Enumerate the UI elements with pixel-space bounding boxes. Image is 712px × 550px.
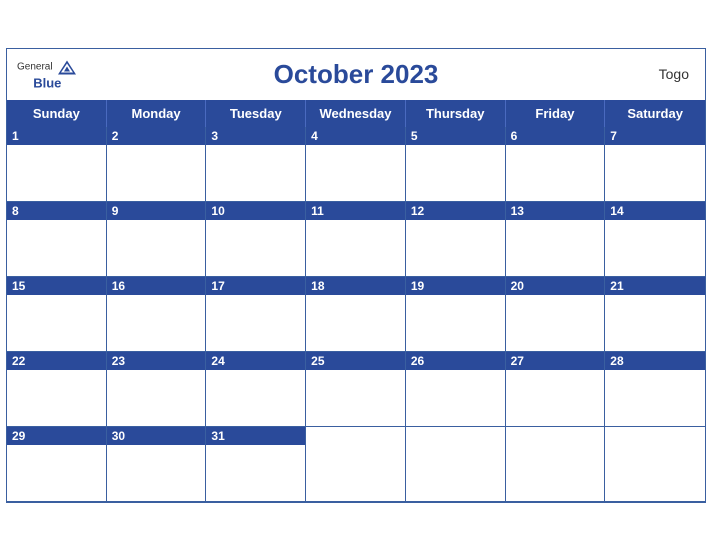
day-cell-14: 14 [605, 202, 705, 277]
day-cell-22: 22 [7, 352, 107, 427]
day-number: 10 [206, 202, 305, 220]
day-number: 16 [107, 277, 206, 295]
day-cell-16: 16 [107, 277, 207, 352]
day-number: 7 [605, 127, 705, 145]
day-header-sunday: Sunday [7, 100, 107, 127]
day-number: 9 [107, 202, 206, 220]
day-cell-19: 19 [406, 277, 506, 352]
day-number: 28 [605, 352, 705, 370]
day-header-monday: Monday [107, 100, 207, 127]
day-cell-1: 1 [7, 127, 107, 202]
day-number: 2 [107, 127, 206, 145]
day-cell-9: 9 [107, 202, 207, 277]
day-number: 19 [406, 277, 505, 295]
day-cell-20: 20 [506, 277, 606, 352]
day-header-tuesday: Tuesday [206, 100, 306, 127]
day-number: 1 [7, 127, 106, 145]
day-number: 13 [506, 202, 605, 220]
calendar-header: General Blue October 2023 Togo [7, 49, 705, 100]
day-cell-30: 30 [107, 427, 207, 502]
day-header-wednesday: Wednesday [306, 100, 406, 127]
day-cell-11: 11 [306, 202, 406, 277]
day-cell-3: 3 [206, 127, 306, 202]
day-cell-23: 23 [107, 352, 207, 427]
day-header-saturday: Saturday [605, 100, 705, 127]
day-cell-17: 17 [206, 277, 306, 352]
day-number: 18 [306, 277, 405, 295]
day-number: 27 [506, 352, 605, 370]
day-cell-27: 27 [506, 352, 606, 427]
day-number: 20 [506, 277, 605, 295]
calendar-title: October 2023 [23, 59, 689, 90]
day-number: 11 [306, 202, 405, 220]
logo-general-text: General [17, 63, 53, 73]
day-number: 26 [406, 352, 505, 370]
day-cell-21: 21 [605, 277, 705, 352]
day-number: 12 [406, 202, 505, 220]
day-cell-8: 8 [7, 202, 107, 277]
day-cell-31: 31 [206, 427, 306, 502]
day-cell-15: 15 [7, 277, 107, 352]
day-cell-29: 29 [7, 427, 107, 502]
day-cell-empty [605, 427, 705, 502]
day-cell-empty [506, 427, 606, 502]
day-cell-5: 5 [406, 127, 506, 202]
day-cell-28: 28 [605, 352, 705, 427]
logo: General Blue [17, 59, 78, 90]
day-number: 15 [7, 277, 106, 295]
day-cell-6: 6 [506, 127, 606, 202]
day-cell-12: 12 [406, 202, 506, 277]
day-number: 31 [206, 427, 305, 445]
day-cell-25: 25 [306, 352, 406, 427]
day-cell-24: 24 [206, 352, 306, 427]
day-cell-empty [306, 427, 406, 502]
day-cell-10: 10 [206, 202, 306, 277]
day-number: 21 [605, 277, 705, 295]
calendar: General Blue October 2023 Togo SundayMon… [6, 48, 706, 503]
day-number: 30 [107, 427, 206, 445]
day-number: 23 [107, 352, 206, 370]
day-cell-2: 2 [107, 127, 207, 202]
day-number: 8 [7, 202, 106, 220]
day-cell-empty [406, 427, 506, 502]
calendar-country: Togo [659, 66, 689, 82]
day-number: 14 [605, 202, 705, 220]
day-number: 24 [206, 352, 305, 370]
day-number: 29 [7, 427, 106, 445]
day-number: 22 [7, 352, 106, 370]
day-cell-26: 26 [406, 352, 506, 427]
calendar-grid: 1234567891011121314151617181920212223242… [7, 127, 705, 502]
day-number: 4 [306, 127, 405, 145]
logo-blue-text: Blue [33, 77, 61, 90]
day-header-friday: Friday [506, 100, 606, 127]
day-number: 25 [306, 352, 405, 370]
day-headers: SundayMondayTuesdayWednesdayThursdayFrid… [7, 100, 705, 127]
day-number: 3 [206, 127, 305, 145]
day-number: 17 [206, 277, 305, 295]
day-number: 5 [406, 127, 505, 145]
day-cell-4: 4 [306, 127, 406, 202]
day-cell-13: 13 [506, 202, 606, 277]
day-number: 6 [506, 127, 605, 145]
day-header-thursday: Thursday [406, 100, 506, 127]
day-cell-18: 18 [306, 277, 406, 352]
logo-icon [56, 59, 78, 77]
day-cell-7: 7 [605, 127, 705, 202]
